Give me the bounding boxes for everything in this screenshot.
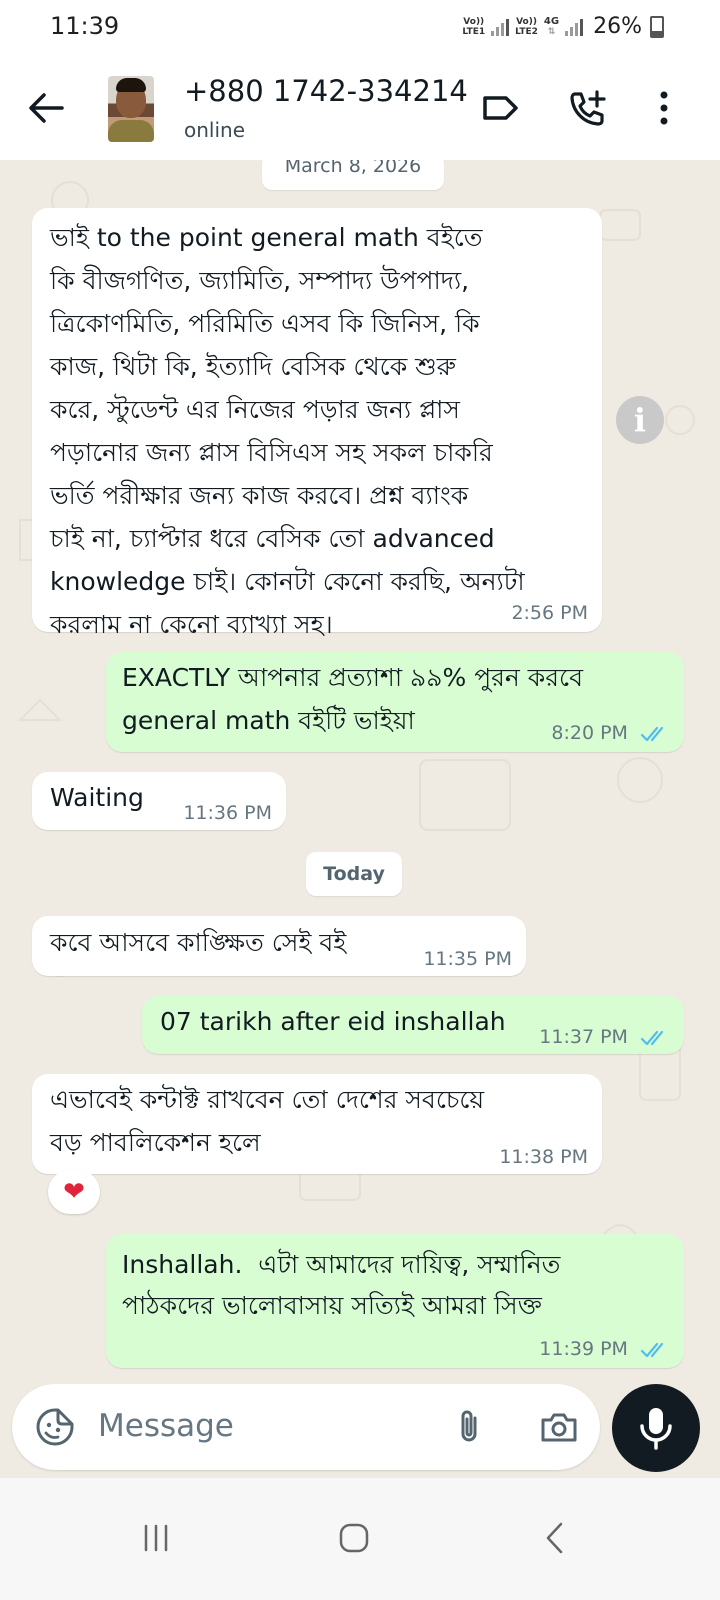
voice-message-button[interactable] bbox=[612, 1384, 700, 1472]
sticker-icon bbox=[36, 1408, 74, 1446]
network-type: 4G ⇅ bbox=[543, 15, 560, 37]
message-meta: 8:20 PM bbox=[551, 722, 670, 744]
more-options-button[interactable] bbox=[642, 86, 686, 130]
message-time: 2:56 PM bbox=[511, 602, 588, 624]
sim1-label: Vo)) LTE1 bbox=[462, 16, 486, 37]
message-bubble-outgoing[interactable]: 07 tarikh after eid inshallah 11:37 PM bbox=[142, 996, 684, 1054]
date-chip-today: Today bbox=[306, 852, 402, 896]
battery-percent: 26% bbox=[593, 14, 642, 39]
back-arrow-icon bbox=[29, 93, 64, 123]
contact-status: online bbox=[184, 118, 246, 142]
more-vert-icon bbox=[660, 91, 668, 125]
contact-name[interactable]: +880 1742-334214 bbox=[184, 74, 468, 108]
chat-area[interactable]: March 8, 2026 ভাই to the point general m… bbox=[0, 160, 720, 1478]
home-button[interactable] bbox=[334, 1518, 374, 1558]
message-meta: 11:37 PM bbox=[539, 1026, 670, 1048]
message-time: 11:35 PM bbox=[423, 948, 512, 970]
camera-button[interactable] bbox=[538, 1406, 580, 1448]
back-chevron-icon bbox=[546, 1522, 563, 1554]
message-text: Inshallah. এটা আমাদের দায়িত্ব, সম্মানিত… bbox=[122, 1250, 561, 1320]
label-button[interactable] bbox=[478, 86, 522, 130]
message-bubble-outgoing[interactable]: Inshallah. এটা আমাদের দায়িত্ব, সম্মানিত… bbox=[106, 1234, 684, 1368]
read-receipt-icon bbox=[640, 1030, 664, 1045]
sim2-label: Vo)) LTE2 bbox=[515, 16, 538, 37]
recent-apps-button[interactable] bbox=[136, 1518, 176, 1558]
read-receipt-icon bbox=[640, 1342, 664, 1357]
message-input[interactable]: Message bbox=[98, 1408, 234, 1444]
status-indicators: Vo)) LTE1 Vo)) LTE2 4G ⇅ 26% bbox=[462, 14, 664, 39]
message-time: 11:39 PM bbox=[539, 1338, 628, 1360]
recent-apps-icon bbox=[144, 1524, 168, 1552]
sticker-button[interactable] bbox=[34, 1406, 76, 1448]
back-button[interactable] bbox=[22, 84, 70, 132]
date-chip: March 8, 2026 bbox=[262, 160, 444, 190]
message-bubble-incoming[interactable]: Waiting 11:36 PM bbox=[32, 772, 286, 830]
info-button[interactable]: i bbox=[616, 396, 664, 444]
add-call-icon bbox=[570, 90, 606, 126]
battery-icon bbox=[650, 15, 664, 38]
status-bar: 11:39 Vo)) LTE1 Vo)) LTE2 4G ⇅ 26% bbox=[0, 0, 720, 58]
message-text: ভাই to the point general math বইতে কি বী… bbox=[50, 223, 525, 639]
sim1-signal-icon bbox=[491, 18, 510, 36]
message-bubble-outgoing[interactable]: EXACTLY আপনার প্রত্যাশা ৯৯% পুরন করবে ge… bbox=[106, 652, 684, 752]
label-icon bbox=[483, 96, 518, 120]
home-icon bbox=[339, 1523, 369, 1553]
attach-button[interactable] bbox=[448, 1406, 490, 1448]
attach-icon bbox=[461, 1410, 477, 1442]
camera-icon bbox=[541, 1413, 577, 1442]
chat-header: +880 1742-334214 online bbox=[0, 58, 720, 161]
message-bubble-incoming[interactable]: কবে আসবে কাঙ্ক্ষিত সেই বই 11:35 PM bbox=[32, 916, 526, 976]
message-time: 8:20 PM bbox=[551, 722, 628, 744]
sim2-signal-icon bbox=[565, 18, 584, 36]
add-call-button[interactable] bbox=[566, 86, 610, 130]
message-meta: 11:39 PM bbox=[539, 1338, 670, 1360]
status-time: 11:39 bbox=[50, 12, 120, 40]
message-time: 11:38 PM bbox=[499, 1146, 588, 1168]
mic-icon bbox=[640, 1408, 672, 1450]
back-nav-button[interactable] bbox=[536, 1518, 576, 1558]
message-bubble-incoming[interactable]: এভাবেই কন্টাক্ট রাখবেন তো দেশের সবচেয়ে … bbox=[32, 1074, 602, 1174]
avatar[interactable] bbox=[108, 76, 154, 142]
heart-reaction-icon[interactable]: ❤ bbox=[48, 1170, 100, 1214]
system-nav-bar bbox=[0, 1478, 720, 1600]
message-input-box[interactable]: Message bbox=[12, 1384, 600, 1470]
read-receipt-icon bbox=[640, 726, 664, 741]
message-bubble-incoming[interactable]: ভাই to the point general math বইতে কি বী… bbox=[32, 208, 602, 639]
message-time: 11:36 PM bbox=[183, 802, 272, 824]
message-time: 11:37 PM bbox=[539, 1026, 628, 1048]
